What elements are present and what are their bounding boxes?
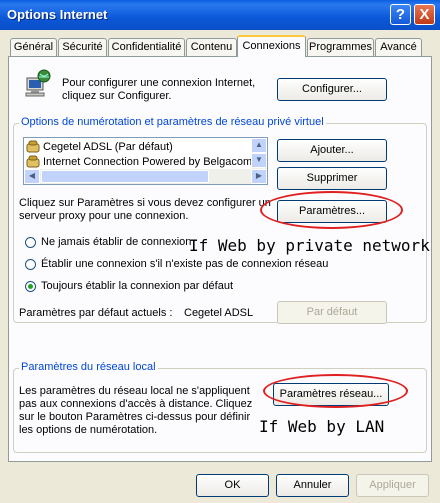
list-item[interactable]: Cegetel ADSL (Par défaut) [26,140,267,154]
current-default-label: Paramètres par défaut actuels : [19,307,173,319]
tab-connexions[interactable]: Connexions [237,35,306,57]
vertical-scrollbar[interactable]: ▲ ▼ [251,138,267,169]
annotation-ellipse-lan [263,374,408,408]
radio-dial-if-no-network[interactable] [25,259,36,270]
annotation-private-network: If Web by private network [189,236,430,255]
horizontal-scrollbar[interactable]: ◀ ▶ [24,169,267,184]
scroll-down-icon[interactable]: ▼ [251,153,267,168]
ok-button[interactable]: OK [196,474,269,497]
tab-programmes[interactable]: Programmes [307,38,374,56]
phone-connection-icon [26,140,40,154]
title-bar[interactable]: Options Internet ? X [0,0,440,30]
connection-name: Internet Connection Powered by Belgacom [43,156,253,168]
close-button[interactable]: X [414,4,435,25]
proxy-text: Cliquez sur Paramètres si vous devez con… [19,197,271,222]
remove-button[interactable]: Supprimer [277,167,387,190]
radio-never-dial-label[interactable]: Ne jamais établir de connexion [41,236,191,249]
lan-legend: Paramètres du réseau local [19,361,158,373]
tab-avance[interactable]: Avancé [375,38,422,56]
connection-name: Cegetel ADSL (Par défaut) [43,141,173,153]
lan-text: Les paramètres du réseau local ne s'appl… [19,385,253,436]
annotation-ellipse-proxy [260,191,403,229]
help-button[interactable]: ? [390,4,411,25]
tab-confidentialite[interactable]: Confidentialité [108,38,185,56]
add-button[interactable]: Ajouter... [277,139,387,162]
connections-list[interactable]: Cegetel ADSL (Par défaut) Internet Conne… [23,137,268,185]
radio-always-dial[interactable] [25,281,36,292]
tab-general[interactable]: Général [10,38,57,56]
tab-securite[interactable]: Sécurité [58,38,107,56]
radio-never-dial[interactable] [25,237,36,248]
dialup-legend: Options de numérotation et paramètres de… [19,116,326,128]
window-title: Options Internet [7,7,108,22]
scroll-left-icon[interactable]: ◀ [24,169,40,184]
set-default-button[interactable]: Par défaut [277,301,387,324]
cancel-button[interactable]: Annuler [276,474,349,497]
tab-contenu[interactable]: Contenu [186,38,237,56]
list-item[interactable]: Internet Connection Powered by Belgacom [26,155,267,169]
current-default-value: Cegetel ADSL [184,307,254,319]
scroll-right-icon[interactable]: ▶ [251,169,267,184]
annotation-lan: If Web by LAN [259,417,385,436]
network-computer-icon [23,69,51,97]
setup-text: Pour configurer une connexion Internet, … [62,77,256,102]
apply-button[interactable]: Appliquer [356,474,429,497]
radio-dial-if-no-network-label[interactable]: Établir une connexion s'il n'existe pas … [41,258,328,271]
configure-button[interactable]: Configurer... [277,78,387,101]
radio-always-dial-label[interactable]: Toujours établir la connexion par défaut [41,280,233,293]
phone-connection-icon [26,155,40,169]
scroll-up-icon[interactable]: ▲ [251,138,267,153]
scroll-thumb[interactable] [41,170,209,183]
